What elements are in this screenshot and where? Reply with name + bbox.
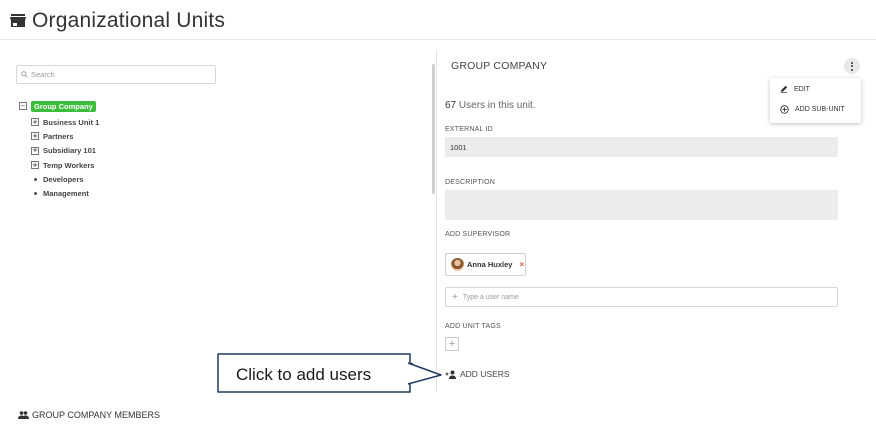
tree-item[interactable]: Management: [31, 186, 99, 200]
tree-root-label[interactable]: Group Company: [31, 100, 96, 112]
page-title: Organizational Units: [32, 9, 226, 32]
remove-supervisor-icon[interactable]: ×: [519, 260, 524, 269]
plus-icon: +: [452, 291, 458, 303]
callout-text: Click to add users: [236, 365, 372, 384]
add-circle-icon: [780, 104, 789, 114]
search-input[interactable]: [31, 70, 201, 79]
org-unit-tree: − Group Company + Business Unit 1 + Part…: [19, 100, 99, 201]
leaf-bullet-icon: [31, 192, 39, 196]
menu-item-label: EDIT: [794, 85, 810, 93]
tree-item[interactable]: + Partners: [31, 129, 99, 143]
unit-title: GROUP COMPANY: [451, 60, 548, 72]
users-count-number: 67: [445, 100, 457, 111]
members-label: GROUP COMPANY MEMBERS: [32, 410, 161, 420]
user-name-input[interactable]: [462, 293, 823, 301]
tree-item-label[interactable]: Partners: [43, 132, 73, 141]
description-field[interactable]: [445, 190, 838, 220]
page-header: Organizational Units: [10, 8, 225, 34]
expand-toggle-icon[interactable]: +: [31, 132, 39, 141]
unit-actions-menu: EDIT ADD SUB-UNIT: [770, 78, 861, 123]
header-divider: [0, 39, 876, 40]
members-section-header: GROUP COMPANY MEMBERS: [18, 410, 160, 420]
tree-item-group-company[interactable]: − Group Company: [19, 100, 99, 112]
group-icon: [18, 411, 29, 419]
store-icon: [10, 14, 26, 28]
tree-item-label[interactable]: Temp Workers: [43, 161, 94, 170]
external-id-field[interactable]: 1001: [445, 137, 838, 157]
search-box[interactable]: [16, 65, 216, 84]
unit-tags-label: ADD UNIT TAGS: [445, 323, 501, 330]
users-count-text: Users in this unit.: [458, 100, 536, 111]
menu-item-edit[interactable]: EDIT: [770, 80, 861, 98]
supervisor-chip[interactable]: Anna Huxley ×: [445, 253, 526, 276]
tree-item-label[interactable]: Developers: [43, 175, 83, 184]
search-icon: [21, 71, 28, 78]
add-user-icon: [445, 370, 456, 379]
external-id-label: EXTERNAL ID: [445, 126, 493, 133]
callout-pointer: [405, 362, 442, 385]
tree-item-label[interactable]: Business Unit 1: [43, 118, 99, 127]
users-count: 67 Users in this unit.: [445, 100, 536, 111]
tree-item[interactable]: + Subsidiary 101: [31, 144, 99, 158]
scrollbar[interactable]: [432, 64, 435, 194]
tree-item[interactable]: + Temp Workers: [31, 158, 99, 172]
expand-toggle-icon[interactable]: +: [31, 146, 39, 155]
add-users-button[interactable]: ADD USERS: [445, 369, 510, 379]
add-users-label: ADD USERS: [460, 369, 510, 379]
panel-divider: [436, 50, 437, 392]
leaf-bullet-icon: [31, 177, 39, 181]
supervisor-label: ADD SUPERVISOR: [445, 231, 511, 238]
user-name-field[interactable]: +: [445, 287, 838, 307]
avatar: [451, 258, 464, 271]
tree-item[interactable]: Developers: [31, 172, 99, 186]
menu-item-label: ADD SUB-UNIT: [795, 105, 845, 113]
add-tag-button[interactable]: +: [445, 337, 459, 351]
collapse-toggle-icon[interactable]: −: [19, 102, 27, 110]
tree-item[interactable]: + Business Unit 1: [31, 115, 99, 129]
pencil-icon: [780, 85, 788, 93]
tree-item-label[interactable]: Subsidiary 101: [43, 146, 96, 155]
expand-toggle-icon[interactable]: +: [31, 118, 39, 127]
more-options-icon[interactable]: [844, 58, 860, 74]
tree-children: + Business Unit 1 + Partners + Subsidiar…: [31, 115, 99, 201]
expand-toggle-icon[interactable]: +: [31, 161, 39, 170]
menu-item-add-sub-unit[interactable]: ADD SUB-UNIT: [770, 100, 861, 118]
description-label: DESCRIPTION: [445, 179, 496, 186]
tree-item-label[interactable]: Management: [43, 189, 89, 198]
supervisor-name: Anna Huxley: [467, 260, 513, 269]
